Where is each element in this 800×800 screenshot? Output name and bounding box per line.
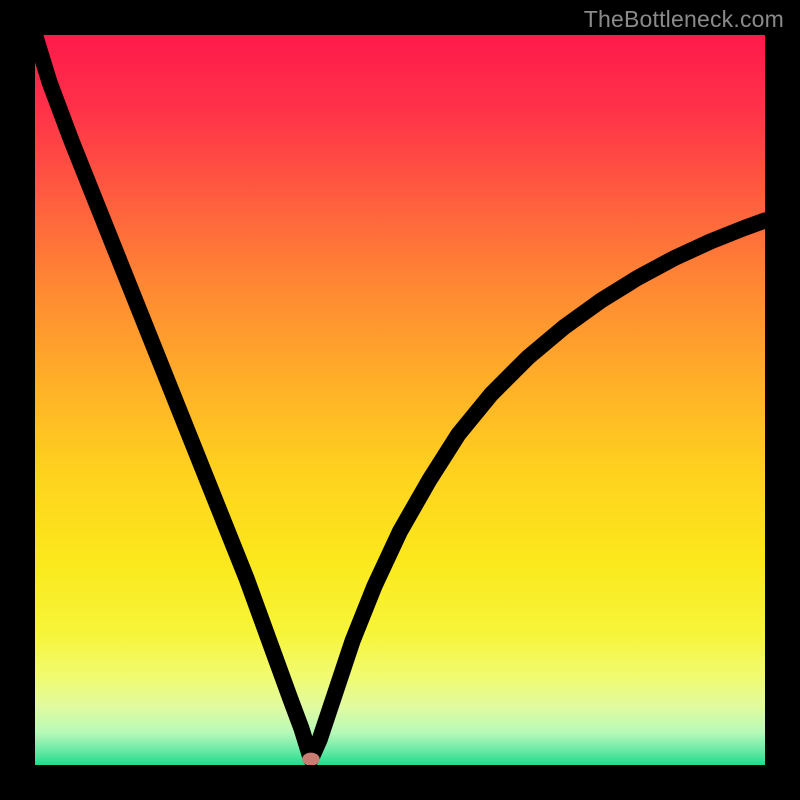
gradient-background: [35, 35, 765, 765]
chart-frame: TheBottleneck.com: [0, 0, 800, 800]
watermark-text: TheBottleneck.com: [584, 6, 784, 33]
bottleneck-chart: [35, 35, 765, 765]
plot-area: [35, 35, 765, 765]
